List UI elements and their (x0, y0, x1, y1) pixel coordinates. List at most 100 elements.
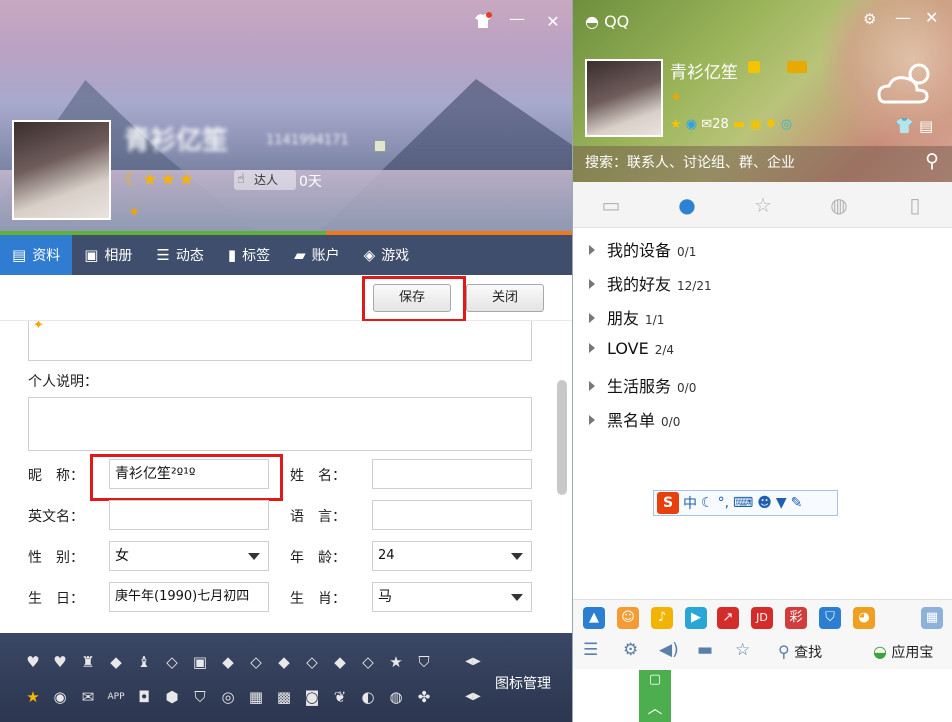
tencent-icon[interactable]: ◐ (357, 686, 379, 708)
qzone-icon[interactable]: ◉ (686, 117, 697, 132)
swirl-icon[interactable]: ◎ (217, 686, 239, 708)
tab-tags[interactable]: ▮ 标签 (216, 235, 282, 275)
diamond-icon[interactable]: ◆ (105, 651, 127, 673)
expert-badge[interactable]: ☝ 达人 (234, 170, 296, 190)
diamond-icon[interactable]: ◆ (217, 651, 239, 673)
contact-group[interactable]: 黑名单 0/0 (589, 407, 680, 431)
swirl-icon[interactable]: ◎ (781, 117, 792, 132)
film-icon[interactable]: ▦ (245, 686, 267, 708)
scroll-arrows-icon[interactable]: ◀▶ (462, 686, 484, 708)
star-icon[interactable]: ★ (385, 651, 407, 673)
figure-icon[interactable]: ♝ (133, 651, 155, 673)
video-icon[interactable]: ▶ (685, 607, 707, 629)
search-icon[interactable]: ⚲ (925, 150, 939, 172)
input-method-toolbar[interactable]: S 中 ☾ °, ⌨ ☻ ▼ ✎ (653, 490, 838, 516)
qq-avatar[interactable] (585, 59, 663, 137)
minimize-icon[interactable]: — (505, 9, 529, 28)
skin-shirt-icon[interactable] (471, 12, 495, 34)
lottery-icon[interactable]: 彩 (785, 607, 807, 629)
app-store-button[interactable]: ◒ 应用宝 (873, 642, 933, 662)
close-icon[interactable]: ✕ (541, 12, 565, 31)
education-icon[interactable]: ▲ (583, 607, 605, 629)
tab-account[interactable]: ▰ 账户 (282, 235, 352, 275)
weather-widget[interactable] (875, 58, 943, 106)
grid-icon[interactable]: ▦ (921, 607, 943, 629)
stock-icon[interactable]: ↗ (717, 607, 739, 629)
star-icon[interactable]: ★ (670, 117, 682, 132)
zodiac-select[interactable]: 马 (372, 582, 532, 612)
minimize-icon[interactable]: — (895, 8, 911, 27)
profile-avatar[interactable] (12, 120, 111, 220)
camera-icon[interactable]: ◍ (385, 686, 407, 708)
pet-icon[interactable]: ☺ (617, 607, 639, 629)
close-button[interactable]: 关闭 (466, 284, 544, 312)
tab-games[interactable]: ◈ 游戏 (352, 235, 422, 275)
tab-album[interactable]: ▣ 相册 (72, 235, 144, 275)
diamond-icon[interactable]: ◇ (301, 651, 323, 673)
close-icon[interactable]: ✕ (925, 8, 938, 27)
contact-group[interactable]: 我的好友 12/21 (589, 271, 712, 295)
find-button[interactable]: ⚲ 查找 (778, 642, 822, 662)
birthday-input[interactable]: 庚午年(1990)七月初四 (109, 582, 269, 612)
star-icon[interactable]: ☆ (735, 640, 750, 660)
mail-icon[interactable]: ✉ (701, 117, 712, 132)
app-icon[interactable]: APP (105, 686, 127, 708)
diamond-icon[interactable]: ◆ (273, 651, 295, 673)
heart-icon[interactable]: ♥ (22, 651, 44, 673)
folder-icon[interactable]: ▬ (697, 640, 713, 660)
qq-nickname[interactable]: 青衫亿笙 (670, 58, 738, 83)
shield-icon[interactable]: ⛉ (189, 686, 211, 708)
diamond-icon[interactable]: ◇ (161, 651, 183, 673)
icon-manage-link[interactable]: 图标管理 (495, 673, 551, 693)
contact-group[interactable]: 我的设备 0/1 (589, 237, 696, 261)
tab-conversations[interactable]: ▭ (573, 182, 649, 227)
form-scrollbar[interactable] (557, 380, 567, 495)
tab-groups[interactable]: ◍ (801, 182, 877, 227)
diamond-icon[interactable]: ◇ (357, 651, 379, 673)
tab-contacts[interactable]: ● (649, 182, 725, 227)
contact-search-input[interactable]: 搜索：联系人、讨论组、群、企业 (573, 146, 952, 182)
star-icon[interactable]: ★ (22, 686, 44, 708)
shop-icon[interactable]: ▬ (733, 117, 745, 132)
bird-icon[interactable]: ❦ (329, 686, 351, 708)
wallet-icon[interactable]: ▣ (749, 117, 761, 132)
paw-icon[interactable]: ✤ (413, 686, 435, 708)
security-icon[interactable]: ⛉ (819, 607, 841, 629)
language-input[interactable] (372, 500, 532, 530)
english-name-input[interactable] (109, 500, 269, 530)
robot-icon[interactable]: ▣ (189, 651, 211, 673)
gender-select[interactable]: 女 (109, 541, 269, 571)
tab-phone[interactable]: ▯ (877, 182, 952, 227)
personal-desc-textarea[interactable] (28, 397, 532, 451)
skin-shirt-icon[interactable]: 👕 (895, 117, 914, 135)
dog-icon[interactable]: ◕ (853, 607, 875, 629)
volume-icon[interactable]: ◀) (659, 640, 679, 660)
scroll-arrows-icon[interactable]: ◀▶ (462, 651, 484, 673)
sport-icon[interactable]: ✸ (766, 117, 777, 132)
medal-icon[interactable]: ✦ (128, 203, 141, 221)
edit-icon[interactable] (374, 140, 386, 152)
bag-icon[interactable]: ▩ (273, 686, 295, 708)
tab-qzone[interactable]: ☆ (725, 182, 801, 227)
diamond-icon[interactable]: ◇ (245, 651, 267, 673)
settings-icon[interactable]: ⚙ (623, 640, 638, 660)
mail-icon[interactable]: ✉ (77, 686, 99, 708)
eye-icon[interactable]: ◉ (49, 686, 71, 708)
level-badge-icon[interactable] (787, 61, 807, 73)
vip-icon[interactable] (748, 61, 760, 73)
theme-icon[interactable]: ▤ (919, 117, 933, 135)
contact-group[interactable]: LOVE 2/4 (589, 339, 674, 358)
contact-group[interactable]: 生活服务 0/0 (589, 373, 696, 397)
tab-info[interactable]: ▤ 资料 (0, 235, 73, 275)
surname-input[interactable] (372, 459, 532, 489)
medal-icon[interactable]: ✦ (670, 88, 683, 106)
shield-icon[interactable]: ⛉ (413, 651, 435, 673)
previous-textarea[interactable]: ✦ (28, 321, 532, 361)
figure-icon[interactable]: ♜ (77, 651, 99, 673)
menu-icon[interactable]: ☰ (583, 640, 598, 660)
diamond-icon[interactable]: ◆ (329, 651, 351, 673)
tab-feed[interactable]: ☰ 动态 (144, 235, 215, 275)
music-icon[interactable]: ♪ (651, 607, 673, 629)
settings-icon[interactable]: ⚙ (863, 10, 876, 28)
age-select[interactable]: 24 (372, 541, 532, 571)
